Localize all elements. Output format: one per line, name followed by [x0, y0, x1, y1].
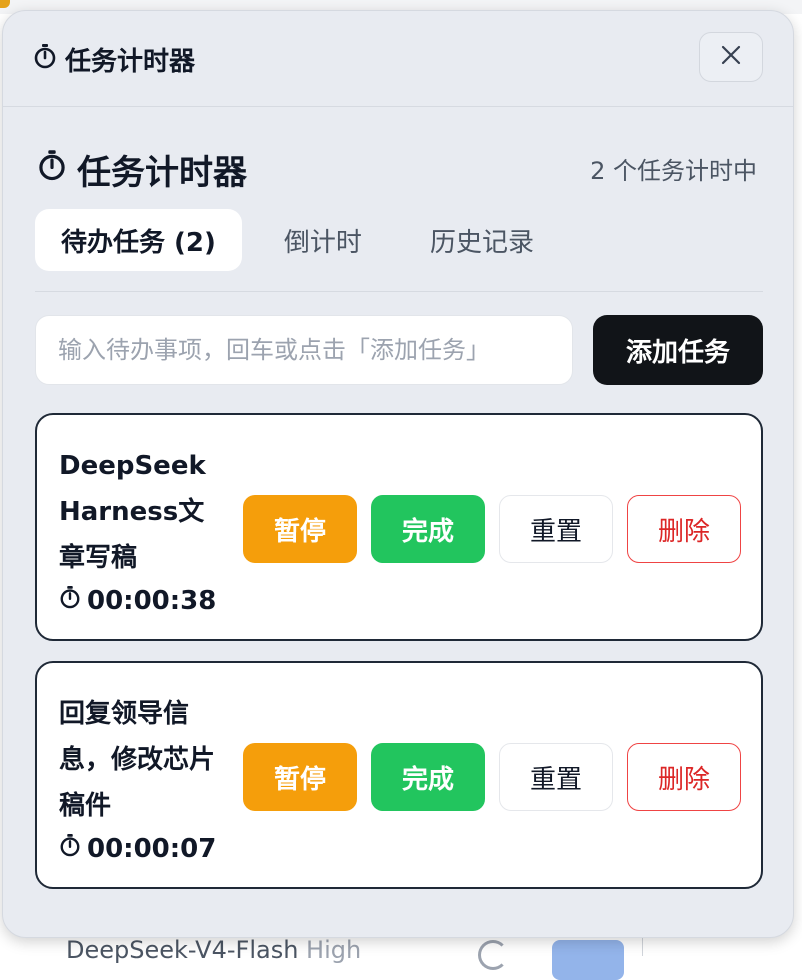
panel-header-title: 任务计时器 — [33, 41, 195, 78]
background-loading-icon — [478, 940, 508, 970]
background-model-mode: High — [306, 936, 362, 964]
tab-history[interactable]: 历史记录 — [404, 209, 560, 271]
section-title: 任务计时器 — [37, 145, 247, 194]
task-elapsed-time: 00:00:07 — [87, 833, 217, 864]
task-timer-panel: 任务计时器 任务计时器 2 个任务计时中 待办任务 (2) 倒计时 历史记录 输… — [2, 10, 794, 938]
stopwatch-icon — [59, 833, 81, 864]
section-title-text: 任务计时器 — [77, 153, 247, 193]
complete-button[interactable]: 完成 — [371, 743, 485, 811]
add-task-button[interactable]: 添加任务 — [593, 315, 763, 385]
task-name: 回复领导信息，修改芯片稿件 — [59, 699, 216, 821]
pause-button[interactable]: 暂停 — [243, 743, 357, 811]
task-elapsed: 00:00:07 — [59, 833, 216, 864]
tabs-divider — [35, 291, 763, 292]
close-button[interactable] — [699, 32, 763, 82]
pause-button[interactable]: 暂停 — [243, 495, 357, 563]
running-count: 2 个任务计时中 — [590, 157, 757, 185]
reset-button[interactable]: 重置 — [499, 743, 613, 811]
task-actions: 暂停 完成 重置 删除 — [243, 743, 741, 811]
reset-button[interactable]: 重置 — [499, 495, 613, 563]
background-model-selector: DeepSeek-V4-Flash High — [66, 936, 361, 964]
close-icon — [720, 44, 742, 70]
delete-button[interactable]: 删除 — [627, 495, 741, 563]
task-elapsed-time: 00:00:38 — [87, 585, 217, 616]
stopwatch-icon — [37, 149, 67, 190]
task-elapsed: 00:00:38 — [59, 585, 216, 616]
complete-button[interactable]: 完成 — [371, 495, 485, 563]
tab-bar: 待办任务 (2) 倒计时 历史记录 — [35, 209, 576, 271]
task-card: DeepSeek Harness文章写稿 00:00:38 暂停 完成 重置 删… — [35, 413, 763, 641]
task-actions: 暂停 完成 重置 删除 — [243, 495, 741, 563]
task-name: DeepSeek Harness文章写稿 — [59, 451, 206, 573]
background-model-name: DeepSeek-V4-Flash — [66, 936, 299, 964]
tab-todo[interactable]: 待办任务 (2) — [35, 209, 242, 271]
stopwatch-icon — [59, 585, 81, 616]
delete-button[interactable]: 删除 — [627, 743, 741, 811]
task-card: 回复领导信息，修改芯片稿件 00:00:07 暂停 完成 重置 删除 — [35, 661, 763, 889]
background-avatar-fragment — [0, 0, 10, 8]
panel-header: 任务计时器 — [3, 11, 793, 107]
tab-countdown[interactable]: 倒计时 — [258, 209, 388, 271]
stopwatch-icon — [33, 43, 57, 76]
background-send-button — [552, 940, 624, 980]
panel-header-title-text: 任务计时器 — [65, 47, 196, 77]
task-input[interactable] — [35, 315, 573, 385]
